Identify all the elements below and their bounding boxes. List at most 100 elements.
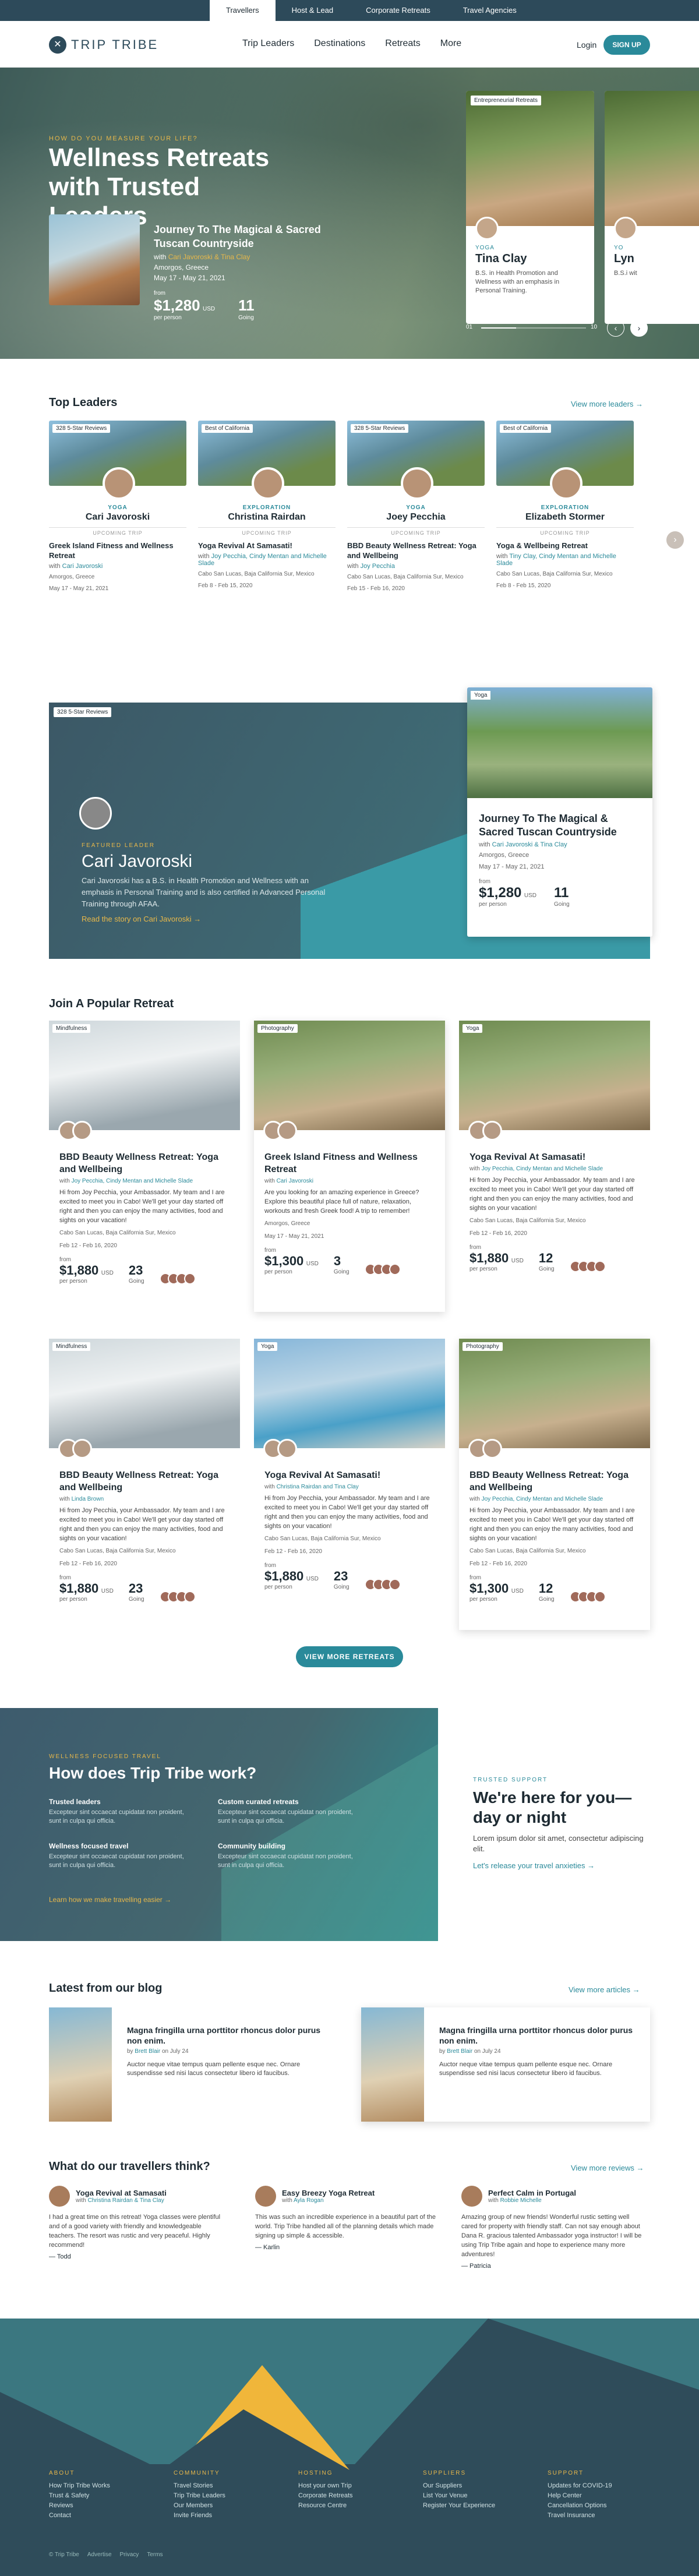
footer-link[interactable]: Help Center xyxy=(548,2491,672,2501)
retreat-card[interactable]: Yoga Yoga Revival At Samasati! with Joy Pe… xyxy=(459,1021,650,1312)
leader-names[interactable]: Cari Javoroski & Tina Clay xyxy=(492,841,567,848)
nav-destinations[interactable]: Destinations xyxy=(314,38,365,49)
leader-card[interactable]: Best of California EXPLORATION Christina R… xyxy=(198,421,336,648)
featured-trip-card[interactable]: Yoga Journey To The Magical & Sacred Tus… xyxy=(467,687,652,937)
tab-agencies[interactable]: Travel Agencies xyxy=(447,0,533,21)
leader-name[interactable]: Lyn xyxy=(614,252,699,266)
leader-names[interactable]: Christina Rairdan & Tina Clay xyxy=(88,2197,164,2204)
footer-link[interactable]: Our Suppliers xyxy=(423,2481,548,2491)
retreat-image[interactable] xyxy=(254,1339,445,1448)
blog-card[interactable]: Magna fringilla urna porttitor rhoncus d… xyxy=(361,2007,650,2122)
privacy-link[interactable]: Privacy xyxy=(120,2552,139,2558)
avatar[interactable] xyxy=(401,467,433,500)
review-trip[interactable]: Perfect Calm in Portugal xyxy=(488,2189,576,2197)
leader-names[interactable]: Robbie Michelle xyxy=(500,2197,542,2204)
blog-image[interactable] xyxy=(361,2007,424,2122)
tab-host-lead[interactable]: Host & Lead xyxy=(276,0,350,21)
leader-card[interactable]: Best of California EXPLORATION Elizabeth S… xyxy=(496,421,634,648)
blog-title-text[interactable]: Magna fringilla urna porttitor rhoncus d… xyxy=(127,2025,323,2046)
leader-names[interactable]: Cari Javoroski xyxy=(277,1178,313,1184)
nav-trip-leaders[interactable]: Trip Leaders xyxy=(242,38,294,49)
leader-names[interactable]: Tiny Clay, Cindy Mentan and Michelle Sla… xyxy=(496,553,616,567)
footer-link[interactable]: Travel Stories xyxy=(174,2481,298,2491)
next-arrow-icon[interactable]: › xyxy=(630,319,648,337)
trip-title[interactable]: Greek Island Fitness and Wellness Retrea… xyxy=(49,541,186,560)
retreat-image[interactable] xyxy=(254,1021,445,1130)
tab-travellers[interactable]: Travellers xyxy=(210,0,276,21)
avatar[interactable] xyxy=(103,467,135,500)
footer-link[interactable]: Cancellation Options xyxy=(548,2501,672,2511)
footer-link[interactable]: List Your Venue xyxy=(423,2491,548,2501)
blog-author[interactable]: Brett Blair xyxy=(447,2048,472,2055)
hero-slider-progress[interactable] xyxy=(481,327,586,329)
leader-name[interactable]: Cari Javoroski xyxy=(49,512,186,523)
retreat-card[interactable]: Photography Greek Island Fitness and Well… xyxy=(254,1021,445,1312)
retreat-title[interactable]: Greek Island Fitness and Wellness Retrea… xyxy=(264,1151,435,1176)
hero-leader-card[interactable]: Entrepreneurial Retreats YOGA Tina Clay … xyxy=(466,91,594,324)
avatar[interactable] xyxy=(252,467,284,500)
view-more-articles[interactable]: View more articles → xyxy=(569,1985,640,1994)
footer-link[interactable]: Reviews xyxy=(49,2501,174,2511)
leader-name[interactable]: Joey Pecchia xyxy=(347,512,485,523)
footer-link[interactable]: Resource Centre xyxy=(298,2501,423,2511)
leader-name[interactable]: Elizabeth Stormer xyxy=(496,512,634,523)
nav-retreats[interactable]: Retreats xyxy=(385,38,420,49)
leaders-next-icon[interactable]: › xyxy=(666,531,684,549)
blog-image[interactable] xyxy=(49,2007,112,2122)
retreat-title[interactable]: BBD Beauty Wellness Retreat: Yoga and We… xyxy=(59,1469,230,1494)
leader-card[interactable]: 328 5-Star Reviews YOGA Joey Pecchia UPCOMI… xyxy=(347,421,485,648)
leader-names[interactable]: Christina Rairdan and Tina Clay xyxy=(277,1484,359,1490)
avatar[interactable] xyxy=(72,1439,92,1459)
hero-feature-title[interactable]: Journey To The Magical & Sacred Tuscan C… xyxy=(154,223,352,250)
footer-link[interactable]: Travel Insurance xyxy=(548,2511,672,2521)
trip-title[interactable]: BBD Beauty Wellness Retreat: Yoga and We… xyxy=(347,541,485,560)
avatar[interactable] xyxy=(277,1439,297,1459)
trip-title[interactable]: Journey To The Magical & Sacred Tuscan C… xyxy=(479,812,641,839)
leader-names[interactable]: Joy Pecchia, Cindy Mentan and Michelle S… xyxy=(482,1166,603,1172)
leader-names[interactable]: Cari Javoroski xyxy=(62,563,103,570)
featured-name[interactable]: Cari Javoroski xyxy=(82,852,192,871)
retreat-image[interactable] xyxy=(49,1021,240,1130)
avatar[interactable] xyxy=(72,1121,92,1141)
hero-feature[interactable]: Journey To The Magical & Sacred Tuscan C… xyxy=(49,214,352,321)
blog-author[interactable]: Brett Blair xyxy=(135,2048,160,2055)
retreat-card[interactable]: Yoga Yoga Revival At Samasati! with Christ… xyxy=(254,1339,445,1630)
logo[interactable]: ✕ TRIP TRIBE xyxy=(49,36,158,54)
leader-name[interactable]: Christina Rairdan xyxy=(198,512,336,523)
leader-names[interactable]: Joy Pecchia, Cindy Mentan and Michelle S… xyxy=(482,1496,603,1502)
retreat-image[interactable] xyxy=(459,1021,650,1130)
leader-names[interactable]: Linda Brown xyxy=(72,1496,104,1502)
leader-card[interactable]: 328 5-Star Reviews YOGA Cari Javoroski UPCO… xyxy=(49,421,186,648)
leader-names[interactable]: Ayla Rogan xyxy=(294,2197,324,2204)
blog-title-text[interactable]: Magna fringilla urna porttitor rhoncus d… xyxy=(439,2025,635,2046)
footer-link[interactable]: Contact xyxy=(49,2511,174,2521)
retreat-card[interactable]: Photography BBD Beauty Wellness Retreat: … xyxy=(459,1339,650,1630)
footer-link[interactable]: Trust & Safety xyxy=(49,2491,174,2501)
prev-arrow-icon[interactable]: ‹ xyxy=(607,319,624,337)
footer-link[interactable]: Trip Tribe Leaders xyxy=(174,2491,298,2501)
retreat-title[interactable]: Yoga Revival At Samasati! xyxy=(264,1469,435,1481)
login-link[interactable]: Login xyxy=(577,40,596,50)
retreat-card[interactable]: Mindfulness BBD Beauty Wellness Retreat: … xyxy=(49,1021,240,1312)
view-more-retreats-button[interactable]: VIEW MORE RETREATS xyxy=(296,1646,403,1667)
leader-names[interactable]: Joy Pecchia, Cindy Mentan and Michelle S… xyxy=(198,553,327,567)
footer-link[interactable]: Our Members xyxy=(174,2501,298,2511)
avatar[interactable] xyxy=(550,467,582,500)
review-trip[interactable]: Easy Breezy Yoga Retreat xyxy=(282,2189,375,2197)
footer-link[interactable]: Register Your Experience xyxy=(423,2501,548,2511)
footer-link[interactable]: Updates for COVID-19 xyxy=(548,2481,672,2491)
read-story-link[interactable]: Read the story on Cari Javoroski → xyxy=(82,915,201,923)
retreat-title[interactable]: BBD Beauty Wellness Retreat: Yoga and We… xyxy=(469,1469,640,1494)
support-link[interactable]: Let's release your travel anxieties → xyxy=(473,1861,648,1870)
retreat-title[interactable]: Yoga Revival At Samasati! xyxy=(469,1151,640,1163)
advertise-link[interactable]: Advertise xyxy=(87,2552,112,2558)
retreat-image[interactable] xyxy=(459,1339,650,1448)
avatar[interactable] xyxy=(482,1121,502,1141)
terms-link[interactable]: Terms xyxy=(147,2552,163,2558)
signup-button[interactable]: SIGN UP xyxy=(603,35,650,55)
avatar[interactable] xyxy=(277,1121,297,1141)
footer-link[interactable]: Corporate Retreats xyxy=(298,2491,423,2501)
learn-more-link[interactable]: Learn how we make travelling easier → xyxy=(49,1896,171,1904)
leader-names[interactable]: Cari Javoroski & Tina Clay xyxy=(168,253,250,261)
retreat-title[interactable]: BBD Beauty Wellness Retreat: Yoga and We… xyxy=(59,1151,230,1176)
